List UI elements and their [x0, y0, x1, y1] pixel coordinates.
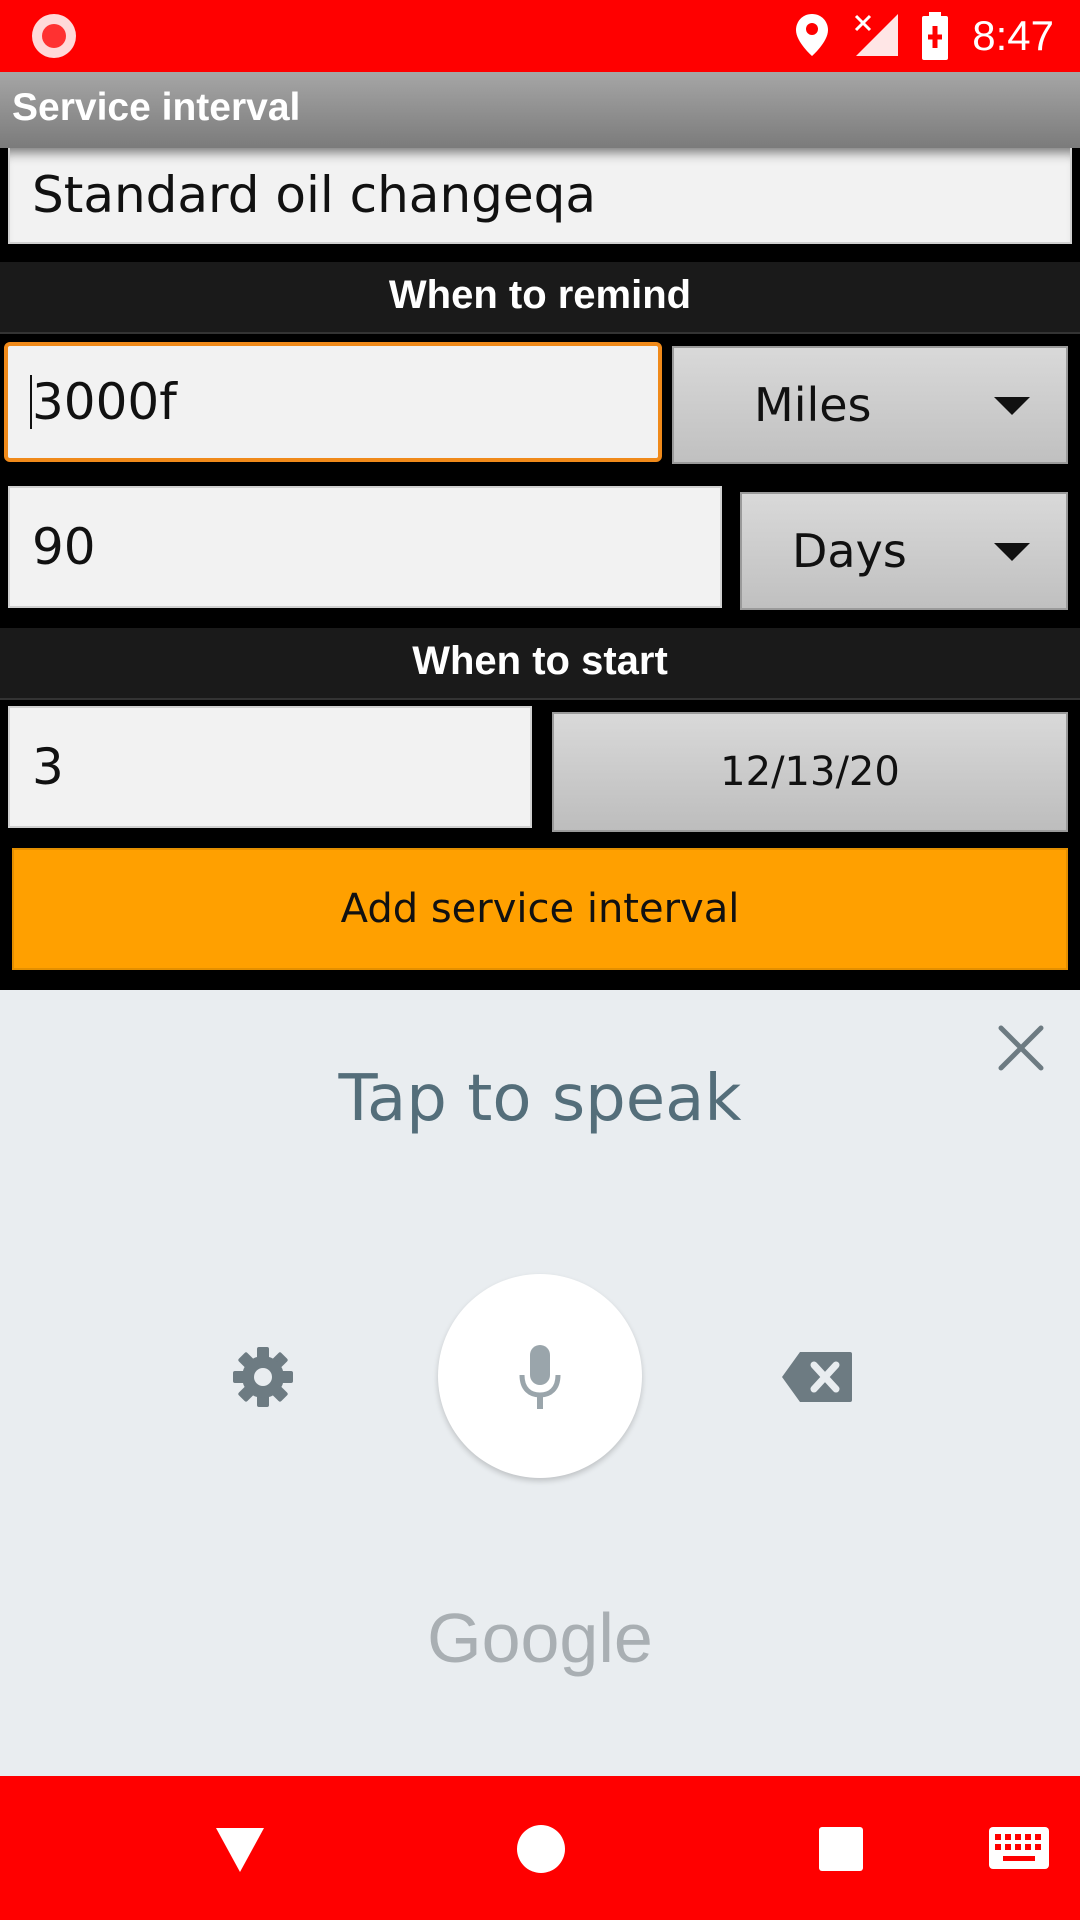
chevron-down-icon: [994, 397, 1030, 415]
backspace-icon[interactable]: [780, 1350, 854, 1404]
section-when-to-start: When to start: [0, 628, 1080, 700]
time-unit-select[interactable]: Days: [740, 492, 1068, 610]
record-icon: [32, 14, 76, 58]
start-value: 3: [32, 738, 64, 796]
recents-icon[interactable]: [818, 1826, 864, 1872]
add-button-label: Add service interval: [340, 886, 740, 932]
time-unit-label: Days: [792, 524, 907, 578]
distance-unit-select[interactable]: Miles: [672, 346, 1068, 464]
service-name-field[interactable]: Standard oil changeqa: [8, 148, 1072, 244]
app-bar: Service interval: [0, 72, 1080, 148]
start-date-button[interactable]: 12/13/20: [552, 712, 1068, 832]
tap-to-speak-label[interactable]: Tap to speak: [0, 1062, 1080, 1136]
keyboard-icon[interactable]: [988, 1826, 1050, 1870]
start-value-input[interactable]: 3: [8, 706, 532, 828]
time-input[interactable]: 90: [8, 486, 722, 608]
home-icon[interactable]: [516, 1824, 566, 1874]
microphone-icon: [519, 1345, 561, 1409]
chevron-down-icon: [994, 543, 1030, 561]
google-logo: Google: [427, 1599, 653, 1677]
distance-value: 3000f: [32, 373, 177, 431]
page-title: Service interval: [12, 86, 301, 129]
service-name-value: Standard oil changeqa: [32, 166, 597, 224]
distance-unit-label: Miles: [754, 378, 872, 432]
start-date-label: 12/13/20: [720, 749, 900, 795]
back-icon[interactable]: [214, 1826, 266, 1874]
status-bar: 8:47: [0, 0, 1080, 72]
time-value: 90: [32, 518, 96, 576]
battery-charging-icon: [922, 12, 948, 60]
location-icon: [796, 14, 828, 56]
section-when-to-remind: When to remind: [0, 262, 1080, 334]
no-signal-icon: [854, 14, 898, 56]
gear-icon[interactable]: [232, 1346, 294, 1408]
add-service-interval-button[interactable]: Add service interval: [12, 848, 1068, 970]
distance-input[interactable]: 3000f: [4, 342, 662, 462]
clock: 8:47: [972, 12, 1054, 59]
